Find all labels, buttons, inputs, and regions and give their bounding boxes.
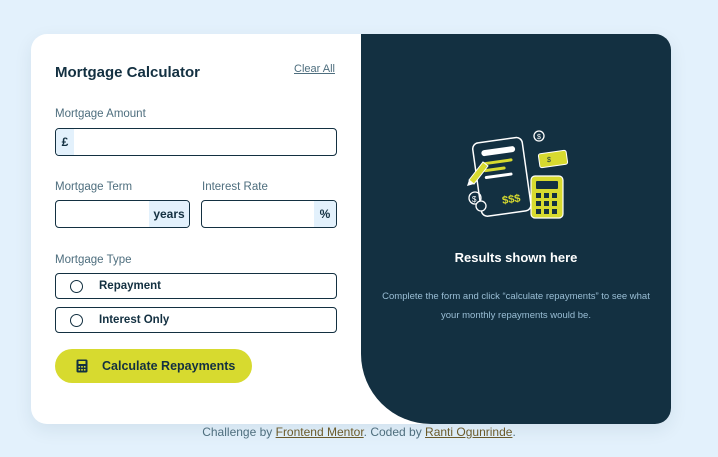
interest-rate-field[interactable]: % <box>201 200 337 228</box>
mortgage-type-label: Mortgage Type <box>55 254 132 266</box>
calculate-button-label: Calculate Repayments <box>102 359 236 373</box>
radio-option-interest-only[interactable]: Interest Only <box>55 307 337 333</box>
radio-label: Repayment <box>99 280 161 292</box>
calculator-icon <box>76 359 88 373</box>
empty-results-illustration: $$$ $ $ $ <box>467 130 569 219</box>
clear-all-link[interactable]: Clear All <box>294 63 335 75</box>
mortgage-amount-input[interactable] <box>74 129 336 155</box>
page-title: Mortgage Calculator <box>55 64 201 81</box>
interest-rate-label: Interest Rate <box>202 181 268 193</box>
radio-option-repayment[interactable]: Repayment <box>55 273 337 299</box>
results-panel: $$$ $ $ $ Results shown here Complete th… <box>361 34 671 424</box>
pound-prefix: £ <box>56 129 74 155</box>
author-link[interactable]: Ranti Ogunrinde <box>425 425 512 439</box>
mortgage-amount-field[interactable]: £ <box>55 128 337 156</box>
footer-suffix: . <box>512 425 516 439</box>
svg-text:$: $ <box>547 157 551 164</box>
mortgage-amount-label: Mortgage Amount <box>55 108 146 120</box>
footer-middle: . Coded by <box>363 425 426 439</box>
results-description: Complete the form and click “calculate r… <box>382 291 650 321</box>
results-title: Results shown here <box>454 250 578 265</box>
frontend-mentor-link[interactable]: Frontend Mentor <box>276 425 364 439</box>
calculator-card: Mortgage Calculator Clear All Mortgage A… <box>31 34 671 424</box>
svg-text:$: $ <box>472 195 477 204</box>
radio-button[interactable] <box>70 279 83 293</box>
interest-rate-input[interactable] <box>202 201 314 227</box>
radio-label: Interest Only <box>99 314 170 326</box>
calculate-repayments-button[interactable]: Calculate Repayments <box>55 349 252 383</box>
mortgage-term-field[interactable]: years <box>55 200 190 228</box>
svg-text:$$$: $$$ <box>501 193 521 207</box>
radio-button[interactable] <box>70 313 83 327</box>
svg-text:$: $ <box>537 134 541 141</box>
mortgage-term-label: Mortgage Term <box>55 181 133 193</box>
footer-prefix: Challenge by <box>202 425 276 439</box>
years-suffix: years <box>149 201 189 227</box>
attribution-footer: Challenge by Frontend Mentor. Coded by R… <box>0 425 718 439</box>
mortgage-term-input[interactable] <box>56 201 149 227</box>
form-panel: Mortgage Calculator Clear All Mortgage A… <box>31 34 361 424</box>
percent-suffix: % <box>314 201 336 227</box>
